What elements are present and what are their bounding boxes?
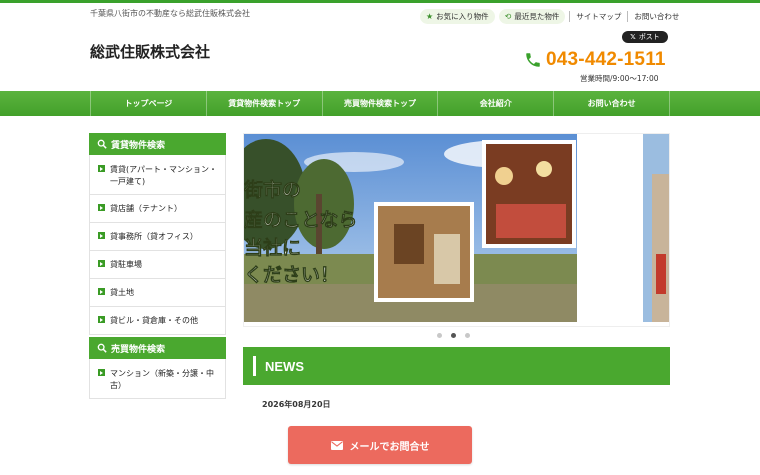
arrow-icon xyxy=(98,232,105,239)
phone-icon xyxy=(526,53,540,67)
mail-icon xyxy=(330,440,343,450)
business-hours: 営業時間/9:00～17:00 xyxy=(580,74,659,83)
recent-label: 最近見た物件 xyxy=(514,11,560,21)
arrow-icon xyxy=(98,165,105,172)
news-heading: NEWS xyxy=(243,347,670,385)
arrow-icon xyxy=(98,369,105,376)
favorites-label: お気に入り物件 xyxy=(436,11,489,21)
slider-dot-active[interactable] xyxy=(451,333,456,338)
banner-line-3: 当社に xyxy=(244,236,301,259)
sidebar-item-label: 貸店舗（テナント） xyxy=(110,204,182,213)
search-icon xyxy=(97,139,107,149)
nav-item-rental-search[interactable]: 賃貸物件検索トップ xyxy=(205,91,322,116)
slider-dot[interactable] xyxy=(437,333,442,338)
contact-link[interactable]: お問い合わせ xyxy=(627,10,685,22)
star-icon: ★ xyxy=(426,11,434,21)
sidebar-item-rental-housing[interactable]: 賃貸(アパート・マンション・一戸建て) xyxy=(89,155,226,195)
nav-item-contact[interactable]: お問い合わせ xyxy=(553,91,670,116)
banner-line-4: ください！ xyxy=(244,264,339,286)
company-logo-text[interactable]: 総武住販株式会社 xyxy=(90,41,210,62)
arrow-icon xyxy=(98,288,105,295)
sidebar-item-label: 貸土地 xyxy=(110,288,134,297)
hero-slider[interactable]: 街市の 産のことなら 当社に ください！ xyxy=(243,133,670,327)
nav-item-top[interactable]: トップページ xyxy=(90,91,206,116)
sidebar-item-sale-mansion[interactable]: マンション（新築・分譲・中古） xyxy=(89,359,226,399)
banner-line-1: 街市の xyxy=(244,178,301,201)
sidebar-item-rental-parking[interactable]: 貸駐車場 xyxy=(89,251,226,279)
sidebar: 賃貸物件検索 賃貸(アパート・マンション・一戸建て) 貸店舗（テナント） 貸事務… xyxy=(89,133,226,399)
phone-block: 043-442-1511 xyxy=(524,49,666,71)
search-icon xyxy=(97,343,107,353)
sidebar-item-rental-store[interactable]: 貸店舗（テナント） xyxy=(89,195,226,223)
sitemap-link[interactable]: サイトマップ xyxy=(569,10,627,22)
sale-search-heading: 売買物件検索 xyxy=(89,337,226,359)
sidebar-item-label: マンション（新築・分譲・中古） xyxy=(110,369,214,390)
top-accent-line xyxy=(0,0,760,3)
banner-line-2: 産のことなら xyxy=(244,208,357,231)
slider-pagination xyxy=(437,333,470,338)
recently-viewed-link[interactable]: ⟲ 最近見た物件 xyxy=(498,8,566,24)
nav-item-sale-search[interactable]: 売買物件検索トップ xyxy=(321,91,438,116)
arrow-icon xyxy=(98,204,105,211)
global-nav: トップページ 賃貸物件検索トップ 売買物件検索トップ 会社紹介 お問い合わせ xyxy=(0,91,760,116)
sidebar-item-label: 貸事務所（貸オフィス） xyxy=(110,232,198,241)
utility-links: ★ お気に入り物件 ⟲ 最近見た物件 サイトマップ お問い合わせ xyxy=(420,8,685,24)
favorites-link[interactable]: ★ お気に入り物件 xyxy=(420,8,495,24)
x-post-label: ポスト xyxy=(638,33,660,41)
news-accent-bar xyxy=(253,356,256,376)
news-title: NEWS xyxy=(265,358,304,374)
sidebar-item-rental-land[interactable]: 貸土地 xyxy=(89,279,226,307)
arrow-icon xyxy=(98,260,105,267)
mail-button-label: メールでお問合せ xyxy=(349,441,430,453)
arrow-icon xyxy=(98,316,105,323)
site-tagline: 千葉県八街市の不動産なら総武住販株式会社 xyxy=(90,9,250,18)
slide-image: 街市の 産のことなら 当社に ください！ xyxy=(244,134,669,326)
sidebar-item-label: 貸駐車場 xyxy=(110,260,142,269)
history-icon: ⟲ xyxy=(504,11,512,21)
rental-heading-label: 賃貸物件検索 xyxy=(111,140,166,151)
phone-number[interactable]: 043-442-1511 xyxy=(546,49,666,71)
slider-dot[interactable] xyxy=(465,333,470,338)
sidebar-item-label: 賃貸(アパート・マンション・一戸建て) xyxy=(110,165,217,186)
x-icon: 𝕏 xyxy=(630,33,636,41)
sidebar-item-rental-office[interactable]: 貸事務所（貸オフィス） xyxy=(89,223,226,251)
sidebar-item-rental-building[interactable]: 貸ビル・貸倉庫・その他 xyxy=(89,307,226,335)
rental-search-heading: 賃貸物件検索 xyxy=(89,133,226,155)
mail-contact-button[interactable]: メールでお問合せ xyxy=(288,426,472,464)
nav-item-company[interactable]: 会社紹介 xyxy=(437,91,553,116)
sale-heading-label: 売買物件検索 xyxy=(111,344,166,355)
x-post-button[interactable]: 𝕏 ポスト xyxy=(622,31,668,43)
sidebar-item-label: 貸ビル・貸倉庫・その他 xyxy=(110,316,198,325)
